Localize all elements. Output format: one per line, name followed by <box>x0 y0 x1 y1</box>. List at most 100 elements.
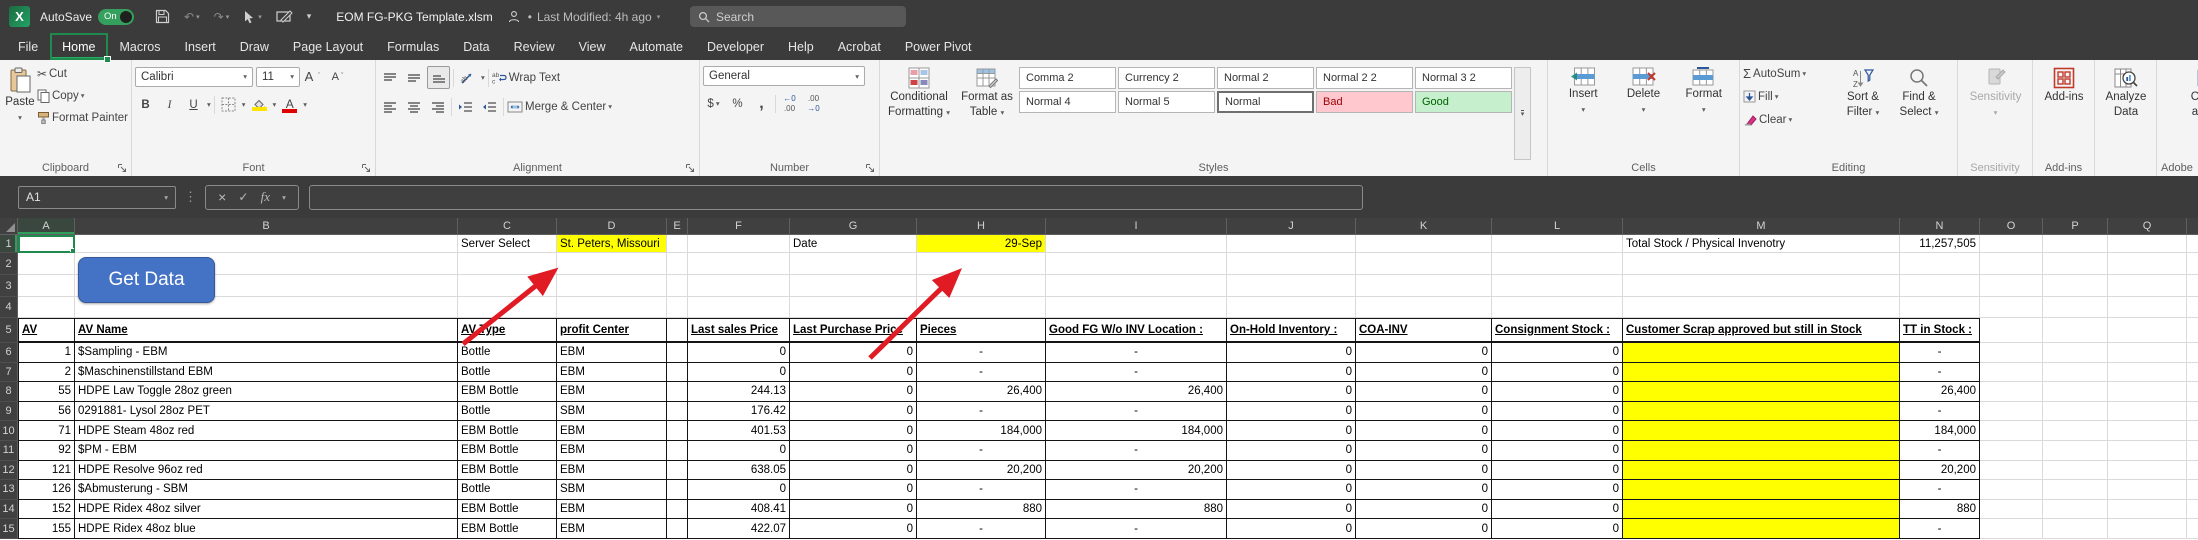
cell-I3[interactable] <box>1046 275 1227 297</box>
cell-P9[interactable] <box>2043 402 2108 422</box>
cell-B15[interactable]: HDPE Ridex 48oz blue <box>75 519 458 539</box>
cell-B12[interactable]: HDPE Resolve 96oz red <box>75 461 458 481</box>
cell-B11[interactable]: $PM - EBM <box>75 441 458 461</box>
cell-R2[interactable] <box>2187 253 2198 275</box>
cell-Q3[interactable] <box>2108 275 2187 297</box>
cell-F14[interactable]: 408.41 <box>688 500 790 520</box>
cell-A12[interactable]: 121 <box>18 461 75 481</box>
cell-Q8[interactable] <box>2108 382 2187 402</box>
cell-E1[interactable] <box>667 235 688 253</box>
cell-L13[interactable]: 0 <box>1492 480 1623 500</box>
fill-button[interactable]: Fill▾ <box>1743 86 1835 107</box>
cell-D5[interactable]: profit Center <box>557 318 667 343</box>
column-header-M[interactable]: M <box>1623 218 1900 235</box>
tab-help[interactable]: Help <box>776 33 826 60</box>
alignment-dialog-launcher-icon[interactable] <box>685 163 695 173</box>
cell-G10[interactable]: 0 <box>790 421 917 441</box>
cell-E13[interactable] <box>667 480 688 500</box>
cell-F12[interactable]: 638.05 <box>688 461 790 481</box>
cell-G4[interactable] <box>790 297 917 318</box>
italic-button[interactable]: I <box>159 94 180 115</box>
cell-R7[interactable] <box>2187 363 2198 383</box>
tab-formulas[interactable]: Formulas <box>375 33 451 60</box>
cell-K6[interactable]: 0 <box>1356 343 1492 363</box>
cell-N9[interactable]: - <box>1900 402 1980 422</box>
style-good[interactable]: Good <box>1415 91 1512 113</box>
cell-C11[interactable]: EBM Bottle <box>458 441 557 461</box>
row-header-7[interactable]: 7 <box>0 363 18 383</box>
cell-R3[interactable] <box>2187 275 2198 297</box>
cell-M11[interactable] <box>1623 441 1900 461</box>
cell-L9[interactable]: 0 <box>1492 402 1623 422</box>
cell-N2[interactable] <box>1900 253 1980 275</box>
cell-A2[interactable] <box>18 253 75 275</box>
cell-C6[interactable]: Bottle <box>458 343 557 363</box>
cell-L14[interactable]: 0 <box>1492 500 1623 520</box>
cell-L6[interactable]: 0 <box>1492 343 1623 363</box>
cell-P5[interactable] <box>2043 318 2108 343</box>
tab-home[interactable]: Home <box>50 33 107 60</box>
cell-F4[interactable] <box>688 297 790 318</box>
cell-D4[interactable] <box>557 297 667 318</box>
font-dialog-launcher-icon[interactable] <box>361 163 371 173</box>
column-header-J[interactable]: J <box>1227 218 1356 235</box>
cell-J11[interactable]: 0 <box>1227 441 1356 461</box>
cell-A7[interactable]: 2 <box>18 363 75 383</box>
cell-R5[interactable] <box>2187 318 2198 343</box>
cell-P1[interactable] <box>2043 235 2108 253</box>
column-header-L[interactable]: L <box>1492 218 1623 235</box>
cell-J15[interactable]: 0 <box>1227 519 1356 539</box>
cell-E10[interactable] <box>667 421 688 441</box>
cell-A15[interactable]: 155 <box>18 519 75 539</box>
style-normal-4[interactable]: Normal 4 <box>1019 91 1116 113</box>
cell-A10[interactable]: 71 <box>18 421 75 441</box>
increase-indent-button[interactable] <box>479 96 500 117</box>
tab-file[interactable]: File <box>6 33 50 60</box>
format-painter-button[interactable]: Format Painter <box>37 107 128 128</box>
cell-I6[interactable]: - <box>1046 343 1227 363</box>
cell-R9[interactable] <box>2187 402 2198 422</box>
cell-F5[interactable]: Last sales Price <box>688 318 790 343</box>
cell-N3[interactable] <box>1900 275 1980 297</box>
cell-P2[interactable] <box>2043 253 2108 275</box>
cell-H1[interactable]: 29-Sep <box>917 235 1046 253</box>
cell-N12[interactable]: 20,200 <box>1900 461 1980 481</box>
tab-draw[interactable]: Draw <box>228 33 281 60</box>
cell-L10[interactable]: 0 <box>1492 421 1623 441</box>
cell-Q9[interactable] <box>2108 402 2187 422</box>
cell-O12[interactable] <box>1980 461 2043 481</box>
tab-acrobat[interactable]: Acrobat <box>826 33 893 60</box>
cell-P3[interactable] <box>2043 275 2108 297</box>
cell-Q6[interactable] <box>2108 343 2187 363</box>
autosum-button[interactable]: Σ AutoSum▾ <box>1743 63 1835 84</box>
cell-A14[interactable]: 152 <box>18 500 75 520</box>
cell-M10[interactable] <box>1623 421 1900 441</box>
decrease-decimal-button[interactable]: .00→0 <box>803 93 824 114</box>
row-header-11[interactable]: 11 <box>0 441 18 461</box>
cell-N7[interactable]: - <box>1900 363 1980 383</box>
tab-power-pivot[interactable]: Power Pivot <box>893 33 984 60</box>
cell-N1[interactable]: 11,257,505 <box>1900 235 1980 253</box>
number-dialog-launcher-icon[interactable] <box>865 163 875 173</box>
row-header-1[interactable]: 1 <box>0 235 18 253</box>
cell-L8[interactable]: 0 <box>1492 382 1623 402</box>
cell-E6[interactable] <box>667 343 688 363</box>
column-header-A[interactable]: A <box>18 218 75 235</box>
column-header-H[interactable]: H <box>917 218 1046 235</box>
cell-C8[interactable]: EBM Bottle <box>458 382 557 402</box>
redo-button[interactable]: ↷▾ <box>214 10 230 24</box>
cell-M4[interactable] <box>1623 297 1900 318</box>
cell-D15[interactable]: EBM <box>557 519 667 539</box>
cell-F13[interactable]: 0 <box>688 480 790 500</box>
chevron-down-icon[interactable]: ▾ <box>481 73 485 82</box>
cell-P12[interactable] <box>2043 461 2108 481</box>
cell-D9[interactable]: SBM <box>557 402 667 422</box>
cell-J4[interactable] <box>1227 297 1356 318</box>
cell-D10[interactable]: EBM <box>557 421 667 441</box>
percent-style-button[interactable]: % <box>727 93 748 114</box>
cell-J14[interactable]: 0 <box>1227 500 1356 520</box>
cell-D12[interactable]: EBM <box>557 461 667 481</box>
cell-O8[interactable] <box>1980 382 2043 402</box>
cell-G12[interactable]: 0 <box>790 461 917 481</box>
cell-R12[interactable] <box>2187 461 2198 481</box>
